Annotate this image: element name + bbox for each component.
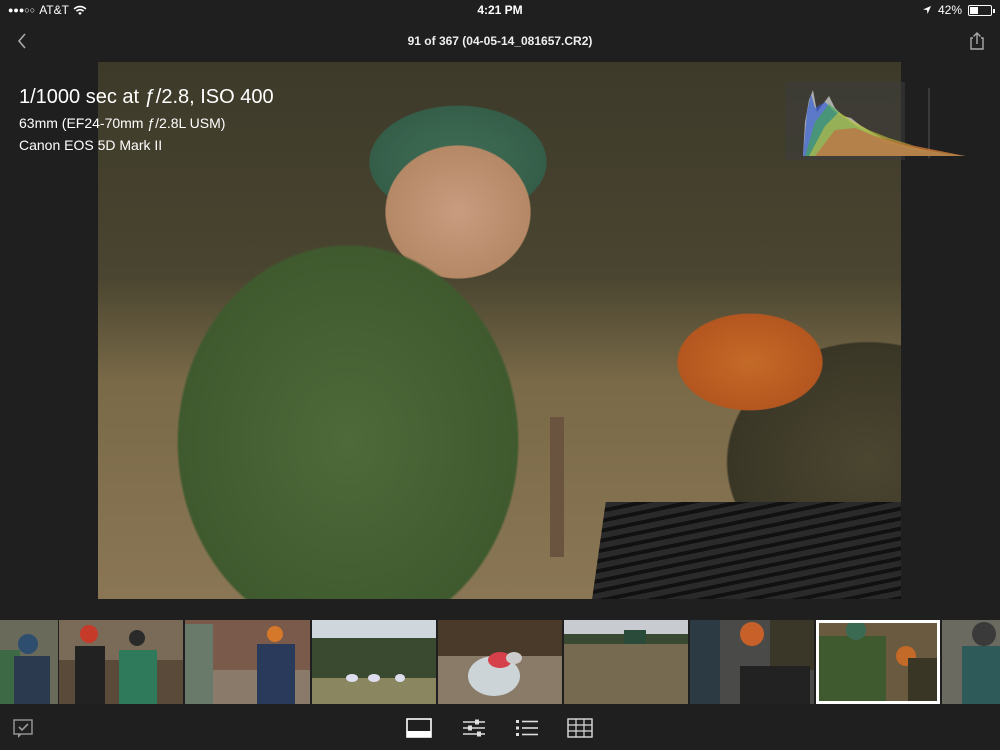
histogram (785, 82, 965, 160)
filmstrip-thumbnail[interactable] (312, 620, 436, 704)
filmstrip-thumbnail[interactable] (0, 620, 58, 704)
loupe-view-icon[interactable] (406, 718, 432, 738)
photo-detail-post (550, 417, 564, 557)
exposure-info: 1/1000 sec at ƒ/2.8, ISO 400 (19, 86, 274, 108)
clock: 4:21 PM (477, 3, 523, 17)
photo-title: 91 of 367 (04-05-14_081657.CR2) (407, 34, 593, 48)
location-arrow-icon (922, 6, 931, 14)
photo-detail-grill (590, 502, 901, 599)
battery-percent: 42% (937, 3, 962, 17)
filmstrip-thumbnail[interactable] (59, 620, 183, 704)
battery-fill (970, 6, 978, 14)
camera-info: Canon EOS 5D Mark II (19, 137, 163, 153)
exif-overlay: 1/1000 sec at ƒ/2.8, ISO 400 63mm (EF24-… (19, 86, 274, 159)
list-info-icon[interactable] (514, 718, 540, 738)
grid-view-icon[interactable] (567, 718, 593, 738)
bottom-toolbar (0, 706, 1000, 750)
filmstrip-thumbnail[interactable] (564, 620, 688, 704)
battery-icon (968, 4, 995, 16)
share-button[interactable] (966, 30, 988, 52)
adjust-sliders-icon[interactable] (461, 718, 487, 738)
filmstrip-thumbnail-selected[interactable] (816, 620, 940, 704)
navigation-bar: 91 of 367 (04-05-14_081657.CR2) (0, 22, 1000, 60)
status-bar: ●●●○○ AT&T 4:21 PM 42% (0, 0, 1000, 20)
filmstrip-thumbnail[interactable] (185, 620, 310, 704)
filmstrip-thumbnail[interactable] (438, 620, 562, 704)
filmstrip (0, 620, 1000, 704)
filmstrip-thumbnail[interactable] (690, 620, 814, 704)
flag-comment-icon[interactable] (12, 718, 36, 740)
filmstrip-thumbnail[interactable] (942, 620, 1000, 704)
share-icon (970, 32, 984, 50)
lens-info: 63mm (EF24-70mm ƒ/2.8L USM) (19, 115, 226, 131)
